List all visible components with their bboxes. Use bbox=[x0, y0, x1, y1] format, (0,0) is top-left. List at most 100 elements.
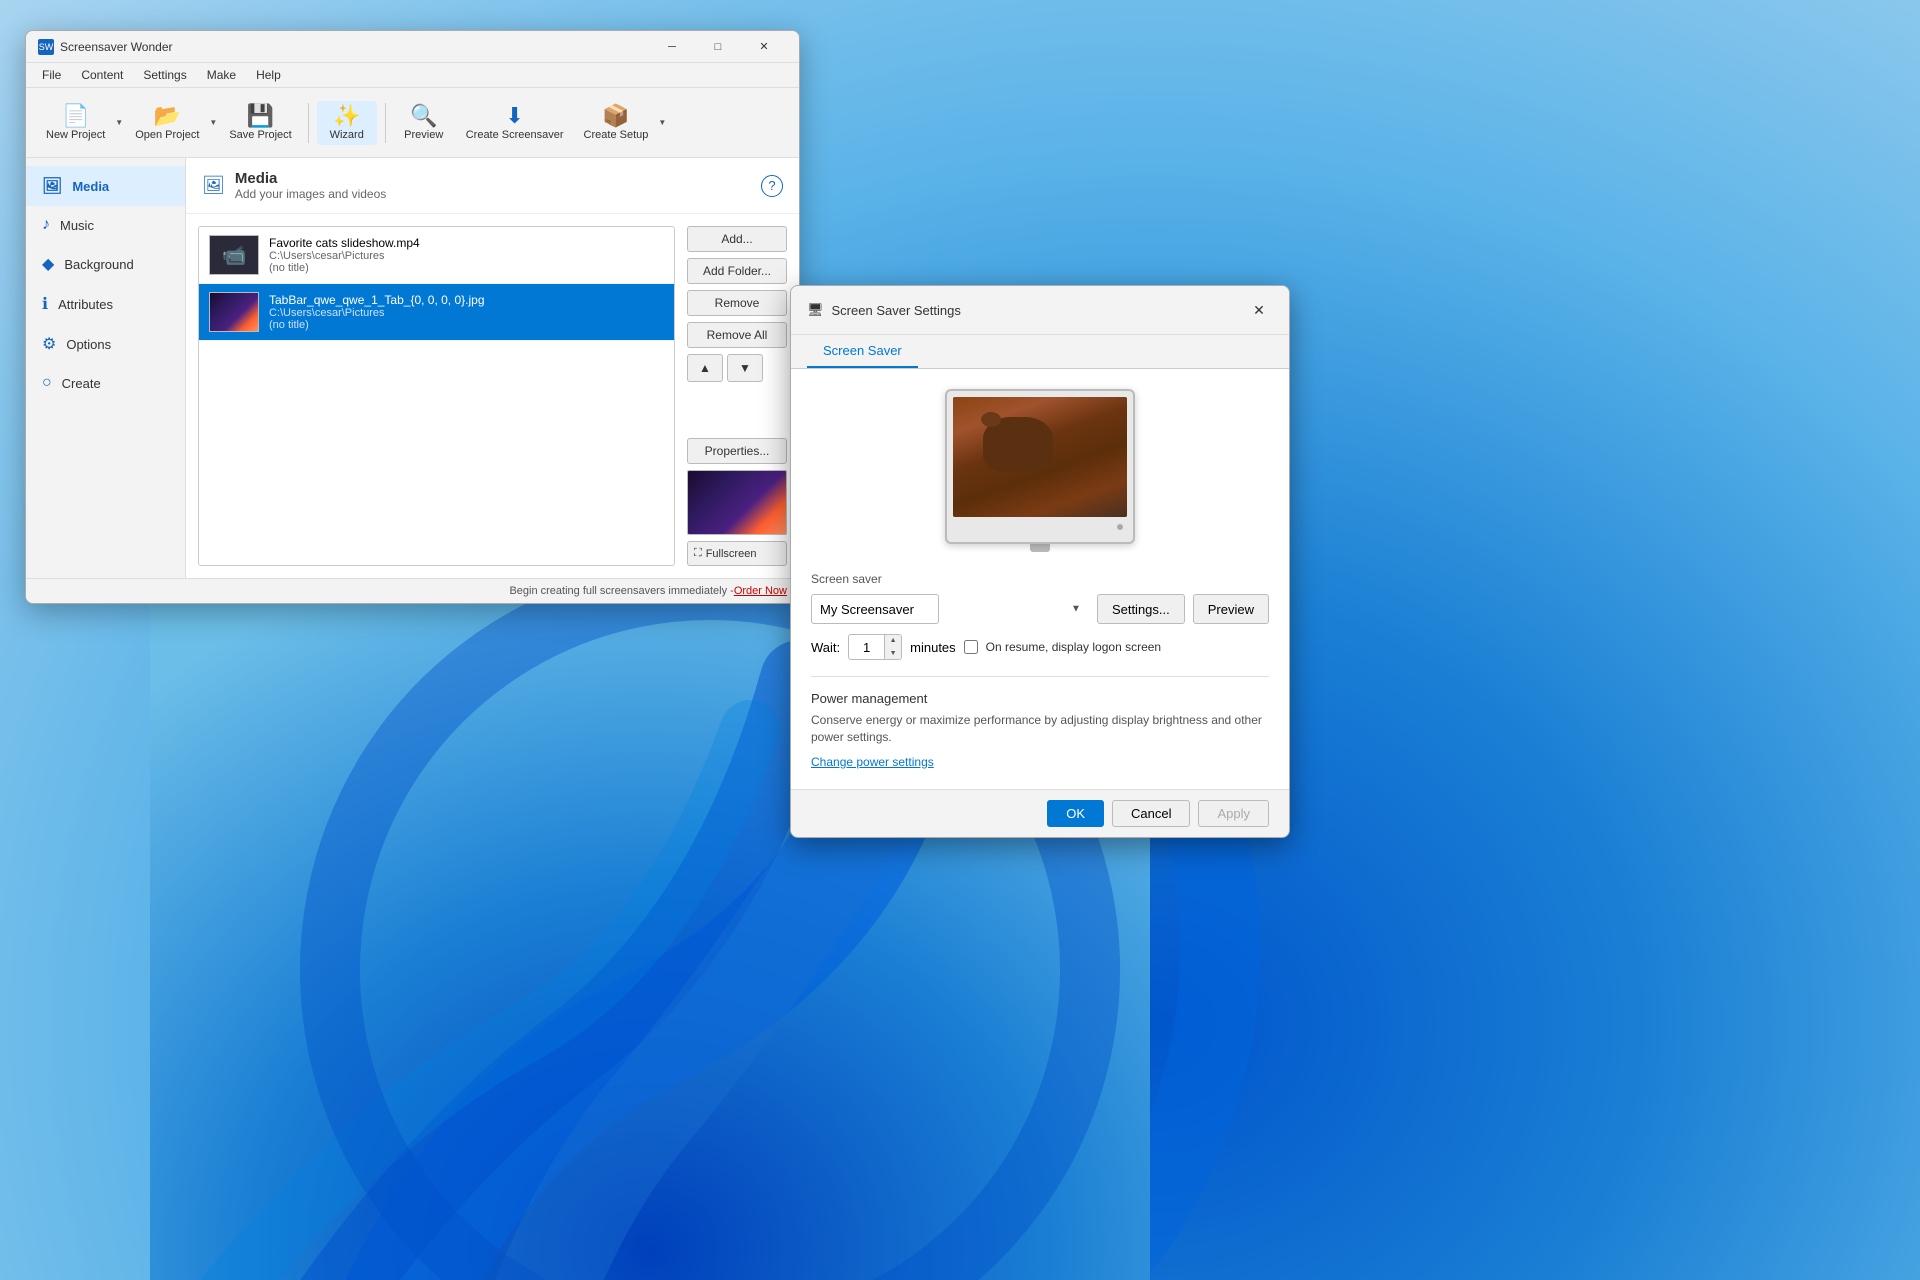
menu-file[interactable]: File bbox=[34, 65, 69, 85]
move-down-button[interactable]: ▼ bbox=[727, 354, 763, 382]
monitor-screen bbox=[953, 397, 1127, 517]
screensaver-select-wrapper: My Screensaver (None) Bubbles Mystify Ph… bbox=[811, 594, 1089, 624]
screensaver-settings-button[interactable]: Settings... bbox=[1097, 594, 1185, 624]
power-description: Conserve energy or maximize performance … bbox=[811, 712, 1269, 746]
video-path: C:\Users\cesar\Pictures bbox=[269, 250, 664, 262]
remove-all-button[interactable]: Remove All bbox=[687, 322, 787, 348]
dialog-footer: OK Cancel Apply bbox=[791, 789, 1289, 837]
add-button[interactable]: Add... bbox=[687, 226, 787, 252]
change-power-settings-link[interactable]: Change power settings bbox=[811, 755, 934, 769]
sidebar-item-create[interactable]: ○ Create bbox=[26, 364, 185, 402]
apply-button[interactable]: Apply bbox=[1198, 800, 1269, 827]
minimize-button[interactable]: ─ bbox=[649, 31, 695, 63]
wait-spin-down[interactable]: ▼ bbox=[885, 647, 901, 660]
screensaver-row: My Screensaver (None) Bubbles Mystify Ph… bbox=[811, 594, 1269, 624]
wait-spin-up[interactable]: ▲ bbox=[885, 634, 901, 647]
image-path: C:\Users\cesar\Pictures bbox=[269, 307, 664, 319]
screensaver-select[interactable]: My Screensaver (None) Bubbles Mystify Ph… bbox=[811, 594, 939, 624]
select-arrow-icon: ▼ bbox=[1071, 604, 1081, 615]
logon-checkbox[interactable] bbox=[964, 640, 978, 654]
new-project-label: New Project bbox=[46, 129, 105, 141]
sidebar-item-media[interactable]: 🖼 Media bbox=[26, 166, 185, 206]
open-project-arrow[interactable]: ▼ bbox=[209, 118, 217, 127]
menu-bar: File Content Settings Make Help bbox=[26, 63, 799, 88]
right-panel: Add... Add Folder... Remove Remove All ▲… bbox=[687, 226, 787, 566]
screensaver-section: Screen saver My Screensaver (None) Bubbl… bbox=[811, 572, 1269, 660]
new-project-icon: 📄 bbox=[62, 105, 89, 127]
fullscreen-icon: ⛶ bbox=[694, 547, 702, 560]
sidebar-attributes-label: Attributes bbox=[58, 297, 113, 312]
ok-button[interactable]: OK bbox=[1047, 800, 1104, 827]
create-setup-arrow[interactable]: ▼ bbox=[658, 118, 666, 127]
power-title: Power management bbox=[811, 691, 1269, 706]
save-project-icon: 💾 bbox=[247, 105, 274, 127]
order-now-link[interactable]: Order Now bbox=[734, 585, 787, 597]
open-project-label: Open Project bbox=[135, 129, 199, 141]
save-project-label: Save Project bbox=[229, 129, 291, 141]
move-up-button[interactable]: ▲ bbox=[687, 354, 723, 382]
image-title: (no title) bbox=[269, 319, 664, 331]
video-thumbnail: 📹 bbox=[209, 235, 259, 275]
cancel-button[interactable]: Cancel bbox=[1112, 800, 1190, 827]
new-project-arrow[interactable]: ▼ bbox=[115, 118, 123, 127]
sidebar-item-music[interactable]: ♪ Music bbox=[26, 206, 185, 244]
dialog-tabs: Screen Saver bbox=[791, 335, 1289, 369]
open-project-icon: 📂 bbox=[154, 105, 181, 127]
preview-icon: 🔍 bbox=[410, 105, 437, 127]
menu-help[interactable]: Help bbox=[248, 65, 289, 85]
wait-input-wrapper: ▲ ▼ bbox=[848, 634, 902, 660]
sidebar-item-options[interactable]: ⚙ Options bbox=[26, 324, 185, 364]
preview-label: Preview bbox=[404, 129, 443, 141]
content-area: 🖼 Media ♪ Music ◆ Background ℹ Attribute… bbox=[26, 158, 799, 578]
dialog-title-text: Screen Saver Settings bbox=[832, 303, 961, 318]
main-panel: 🖼 Media Add your images and videos ? 📹 bbox=[186, 158, 799, 578]
preview-thumbnail bbox=[687, 470, 787, 535]
menu-make[interactable]: Make bbox=[199, 65, 244, 85]
panel-title: Media bbox=[235, 170, 386, 187]
help-button[interactable]: ? bbox=[761, 175, 783, 197]
wait-input[interactable] bbox=[849, 638, 884, 657]
properties-button[interactable]: Properties... bbox=[687, 438, 787, 464]
preview-button[interactable]: 🔍 Preview bbox=[394, 101, 454, 145]
create-setup-label: Create Setup bbox=[584, 129, 649, 141]
screensaver-section-label: Screen saver bbox=[811, 572, 1269, 586]
open-project-group: 📂 Open Project ▼ bbox=[127, 101, 217, 145]
create-screensaver-label: Create Screensaver bbox=[466, 129, 564, 141]
create-setup-icon: 📦 bbox=[602, 105, 629, 127]
dialog-close-button[interactable]: ✕ bbox=[1245, 296, 1273, 324]
window-title: Screensaver Wonder bbox=[60, 40, 173, 54]
toolbar: 📄 New Project ▼ 📂 Open Project ▼ 💾 Save … bbox=[26, 88, 799, 158]
create-screensaver-button[interactable]: ⬇ Create Screensaver bbox=[458, 101, 572, 145]
sidebar-item-attributes[interactable]: ℹ Attributes bbox=[26, 284, 185, 324]
menu-settings[interactable]: Settings bbox=[135, 65, 194, 85]
tab-screen-saver[interactable]: Screen Saver bbox=[807, 335, 918, 368]
dialog-title-icon: 🖥 bbox=[807, 302, 824, 318]
preview-container bbox=[811, 389, 1269, 552]
fullscreen-button[interactable]: ⛶ Fullscreen bbox=[687, 541, 787, 566]
nav-buttons: ▲ ▼ bbox=[687, 354, 787, 382]
sidebar-background-label: Background bbox=[64, 257, 133, 272]
remove-button[interactable]: Remove bbox=[687, 290, 787, 316]
open-project-button[interactable]: 📂 Open Project bbox=[127, 101, 207, 145]
create-setup-group: 📦 Create Setup ▼ bbox=[576, 101, 667, 145]
maximize-button[interactable]: □ bbox=[695, 31, 741, 63]
sidebar-item-background[interactable]: ◆ Background bbox=[26, 244, 185, 284]
menu-content[interactable]: Content bbox=[73, 65, 131, 85]
monitor-wrapper bbox=[945, 389, 1135, 552]
panel-header-left: 🖼 Media Add your images and videos bbox=[202, 170, 386, 201]
screensaver-preview-button[interactable]: Preview bbox=[1193, 594, 1269, 624]
panel-content: 📹 Favorite cats slideshow.mp4 C:\Users\c… bbox=[186, 214, 799, 578]
app-icon-letters: SW bbox=[39, 42, 54, 52]
wizard-button[interactable]: ✨ Wizard bbox=[317, 101, 377, 145]
file-item-video[interactable]: 📹 Favorite cats slideshow.mp4 C:\Users\c… bbox=[199, 227, 674, 284]
create-icon: ○ bbox=[42, 374, 52, 392]
file-info-video: Favorite cats slideshow.mp4 C:\Users\ces… bbox=[269, 236, 664, 274]
new-project-button[interactable]: 📄 New Project bbox=[38, 101, 113, 145]
close-button[interactable]: ✕ bbox=[741, 31, 787, 63]
add-folder-button[interactable]: Add Folder... bbox=[687, 258, 787, 284]
save-project-button[interactable]: 💾 Save Project bbox=[221, 101, 299, 145]
file-list[interactable]: 📹 Favorite cats slideshow.mp4 C:\Users\c… bbox=[198, 226, 675, 566]
create-setup-button[interactable]: 📦 Create Setup bbox=[576, 101, 657, 145]
file-item-image[interactable]: TabBar_qwe_qwe_1_Tab_{0, 0, 0, 0}.jpg C:… bbox=[199, 284, 674, 341]
toolbar-separator-1 bbox=[308, 103, 309, 143]
